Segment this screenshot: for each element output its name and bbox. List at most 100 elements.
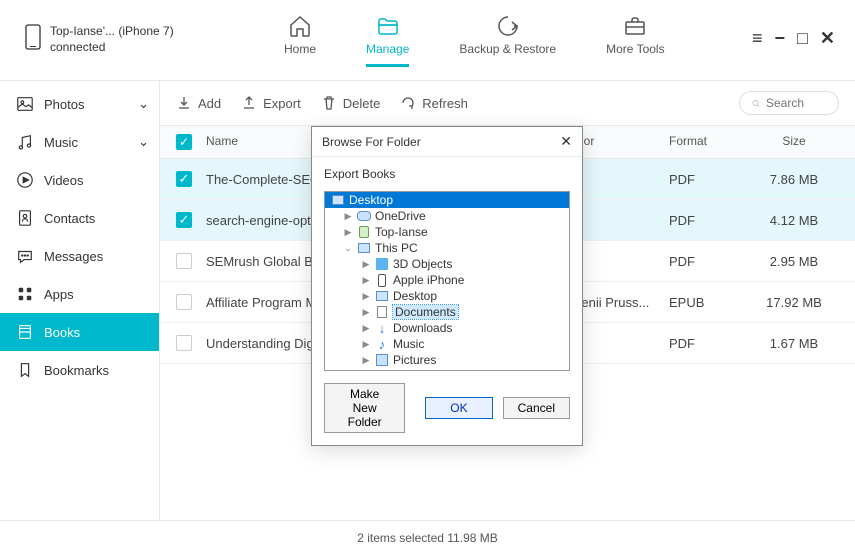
sidebar: Photos ⌄ Music ⌄ Videos Contacts Message… xyxy=(0,81,160,520)
cell-size: 4.12 MB xyxy=(749,213,839,228)
books-icon xyxy=(16,323,34,341)
contacts-icon xyxy=(16,209,34,227)
tree-node-onedrive[interactable]: ▶OneDrive xyxy=(325,208,569,224)
cell-format: PDF xyxy=(669,336,749,351)
col-format[interactable]: Format xyxy=(669,134,749,150)
toolbox-icon xyxy=(623,14,647,38)
cancel-button[interactable]: Cancel xyxy=(503,397,570,419)
tree-node-thispc[interactable]: ⌄This PC xyxy=(325,240,569,256)
toolbar: Add Export Delete Refresh xyxy=(160,81,855,126)
photos-icon xyxy=(16,95,34,113)
phone-icon xyxy=(24,24,42,50)
row-checkbox[interactable]: ✓ xyxy=(176,171,192,187)
tree-node-music[interactable]: ▶♪Music xyxy=(325,336,569,352)
tree-node-user[interactable]: ▶Top-Ianse xyxy=(325,224,569,240)
cell-size: 1.67 MB xyxy=(749,336,839,351)
cell-size: 7.86 MB xyxy=(749,172,839,187)
backup-icon xyxy=(496,14,520,38)
apps-icon xyxy=(16,285,34,303)
browse-folder-dialog: Browse For Folder ✕ Export Books Desktop… xyxy=(311,126,583,446)
download-icon xyxy=(176,95,192,111)
tree-node-desktop[interactable]: ▶Desktop xyxy=(325,288,569,304)
videos-icon xyxy=(16,171,34,189)
nav-home[interactable]: Home xyxy=(284,14,316,67)
cell-size: 2.95 MB xyxy=(749,254,839,269)
cell-size: 17.92 MB xyxy=(749,295,839,310)
sidebar-videos-label: Videos xyxy=(44,173,84,188)
sidebar-item-apps[interactable]: Apps xyxy=(0,275,159,313)
select-all-checkbox[interactable]: ✓ xyxy=(176,134,192,150)
dialog-title: Browse For Folder xyxy=(322,135,421,149)
sidebar-item-contacts[interactable]: Contacts xyxy=(0,199,159,237)
chevron-down-icon: ⌄ xyxy=(138,96,149,112)
dialog-close-button[interactable]: ✕ xyxy=(560,133,572,150)
download-arrow-icon: ↓ xyxy=(375,321,389,335)
device-info: Top-Ianse'... (iPhone 7) connected xyxy=(24,24,204,55)
trash-icon xyxy=(321,95,337,111)
cell-format: PDF xyxy=(669,213,749,228)
sidebar-photos-label: Photos xyxy=(44,97,84,112)
row-checkbox[interactable] xyxy=(176,294,192,310)
maximize-button[interactable]: □ xyxy=(797,28,808,49)
row-checkbox[interactable]: ✓ xyxy=(176,212,192,228)
row-checkbox[interactable] xyxy=(176,253,192,269)
nav-tools[interactable]: More Tools xyxy=(606,14,664,67)
export-icon xyxy=(241,95,257,111)
device-name: Top-Ianse'... (iPhone 7) xyxy=(50,24,174,40)
add-button[interactable]: Add xyxy=(176,95,221,111)
cell-format: PDF xyxy=(669,254,749,269)
close-button[interactable]: ✕ xyxy=(820,28,835,49)
tree-node-desktop-root[interactable]: Desktop xyxy=(325,192,569,208)
nav-tools-label: More Tools xyxy=(606,42,664,56)
music-note-icon: ♪ xyxy=(375,337,389,351)
tree-node-downloads[interactable]: ▶↓Downloads xyxy=(325,320,569,336)
device-status: connected xyxy=(50,40,174,56)
tree-node-pictures[interactable]: ▶Pictures xyxy=(325,352,569,368)
folder-tree[interactable]: Desktop ▶OneDrive ▶Top-Ianse ⌄This PC ▶3… xyxy=(324,191,570,371)
delete-button[interactable]: Delete xyxy=(321,95,381,111)
refresh-button[interactable]: Refresh xyxy=(400,95,468,111)
nav-manage-label: Manage xyxy=(366,42,409,56)
sidebar-apps-label: Apps xyxy=(44,287,74,302)
sidebar-item-videos[interactable]: Videos xyxy=(0,161,159,199)
nav-home-label: Home xyxy=(284,42,316,56)
folder-icon xyxy=(376,14,400,38)
nav-backup[interactable]: Backup & Restore xyxy=(459,14,556,67)
tree-node-iphone[interactable]: ▶Apple iPhone xyxy=(325,272,569,288)
search-box[interactable] xyxy=(739,91,839,115)
nav-backup-label: Backup & Restore xyxy=(459,42,556,56)
sidebar-books-label: Books xyxy=(44,325,80,340)
chevron-down-icon: ⌄ xyxy=(138,134,149,150)
menu-icon[interactable]: ≡ xyxy=(752,28,763,49)
home-icon xyxy=(288,14,312,38)
sidebar-item-messages[interactable]: Messages xyxy=(0,237,159,275)
export-button[interactable]: Export xyxy=(241,95,301,111)
col-size[interactable]: Size xyxy=(749,134,839,150)
sidebar-item-bookmarks[interactable]: Bookmarks xyxy=(0,351,159,389)
ok-button[interactable]: OK xyxy=(425,397,492,419)
row-checkbox[interactable] xyxy=(176,335,192,351)
header: Top-Ianse'... (iPhone 7) connected Home … xyxy=(0,0,855,80)
cell-format: EPUB xyxy=(669,295,749,310)
make-new-folder-button[interactable]: Make New Folder xyxy=(324,383,405,433)
sidebar-item-books[interactable]: Books xyxy=(0,313,159,351)
music-icon xyxy=(16,133,34,151)
nav-manage[interactable]: Manage xyxy=(366,14,409,67)
messages-icon xyxy=(16,247,34,265)
sidebar-bookmarks-label: Bookmarks xyxy=(44,363,109,378)
search-icon xyxy=(752,97,760,110)
sidebar-messages-label: Messages xyxy=(44,249,103,264)
sidebar-music-label: Music xyxy=(44,135,78,150)
refresh-icon xyxy=(400,95,416,111)
cell-format: PDF xyxy=(669,172,749,187)
tree-node-documents[interactable]: ▶Documents xyxy=(325,304,569,320)
sidebar-contacts-label: Contacts xyxy=(44,211,95,226)
sidebar-item-photos[interactable]: Photos ⌄ xyxy=(0,85,159,123)
dialog-subtitle: Export Books xyxy=(312,157,582,191)
minimize-button[interactable]: − xyxy=(775,28,786,49)
bookmarks-icon xyxy=(16,361,34,379)
status-bar: 2 items selected 11.98 MB xyxy=(0,520,855,555)
tree-node-3dobjects[interactable]: ▶3D Objects xyxy=(325,256,569,272)
sidebar-item-music[interactable]: Music ⌄ xyxy=(0,123,159,161)
search-input[interactable] xyxy=(766,96,826,110)
